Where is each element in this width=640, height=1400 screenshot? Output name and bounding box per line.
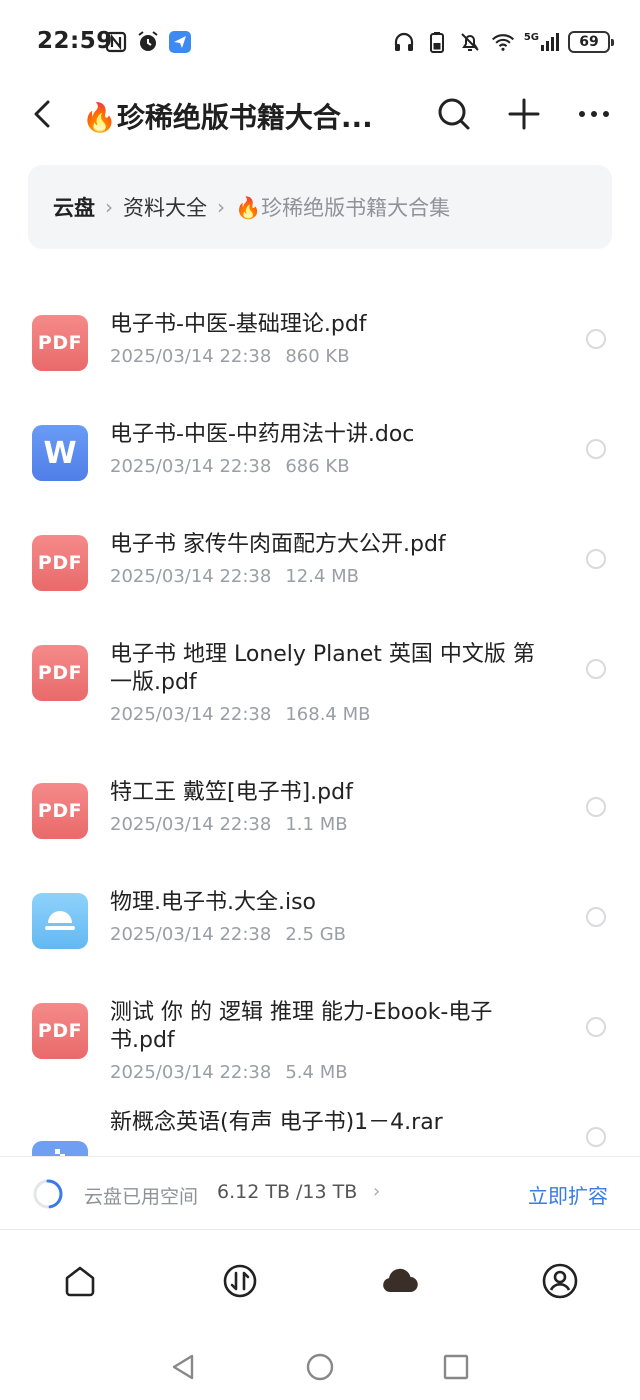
status-left-icons xyxy=(104,30,192,54)
select-radio[interactable] xyxy=(586,659,606,679)
list-item[interactable]: PDF 电子书 地理 Lonely Planet 英国 中文版 第一版.pdf … xyxy=(0,600,640,738)
file-name: 物理.电子书.大全.iso xyxy=(110,890,317,915)
alarm-icon xyxy=(138,31,158,51)
status-time: 22:59 xyxy=(37,28,113,54)
status-bar: 22:59 5G 69 xyxy=(0,0,640,86)
file-date: 2025/03/14 22:38 xyxy=(110,456,272,477)
file-meta: 2025/03/14 22:38 686 KB xyxy=(110,456,350,477)
search-icon[interactable] xyxy=(432,92,476,136)
breadcrumb: 云盘 › 资料大全 › 🔥珍稀绝版书籍大合集 xyxy=(28,165,612,249)
file-size: 860 KB xyxy=(285,346,350,367)
file-name: 电子书-中医-基础理论.pdf xyxy=(110,312,367,337)
file-date: 2025/03/14 22:38 xyxy=(110,924,272,945)
pdf-icon: PDF xyxy=(32,783,88,839)
file-size: 2.5 GB xyxy=(285,924,346,945)
file-name: 测试 你 的 逻辑 推理 能力-Ebook-电子书.pdf xyxy=(110,1000,493,1053)
storage-label: 云盘已用空间 xyxy=(84,1186,199,1208)
storage-bar: 云盘已用空间 6.12 TB /13 TB › 立即扩容 xyxy=(0,1156,640,1230)
profile-icon[interactable] xyxy=(540,1261,580,1301)
breadcrumb-middle[interactable]: 资料大全 xyxy=(123,192,207,222)
back-triangle-icon[interactable] xyxy=(168,1352,198,1382)
transfer-icon[interactable] xyxy=(220,1261,260,1301)
cloud-icon[interactable] xyxy=(380,1261,420,1301)
file-meta: 2025/03/14 22:38 12.4 MB xyxy=(110,566,359,587)
archive-zipper-glyph xyxy=(55,1149,65,1156)
pdf-icon: PDF xyxy=(32,535,88,591)
signal-5g-icon: 5G xyxy=(524,33,559,51)
wifi-icon xyxy=(491,34,514,51)
status-right-icons: 5G 69 xyxy=(392,30,614,54)
file-name: 电子书-中医-中药用法十讲.doc xyxy=(110,422,415,447)
disc-image-glyph xyxy=(45,911,75,930)
file-name: 新概念英语(有声 电子书)1－4.rar xyxy=(110,1110,443,1135)
list-item[interactable]: PDF 电子书 家传牛肉面配方大公开.pdf 2025/03/14 22:38 1… xyxy=(0,490,640,600)
file-date: 2025/03/14 22:38 xyxy=(110,566,272,587)
file-size: 5.4 MB xyxy=(285,1062,348,1083)
file-name: 电子书 地理 Lonely Planet 英国 中文版 第一版.pdf xyxy=(110,642,535,695)
file-list: PDF 电子书-中医-基础理论.pdf 2025/03/14 22:38 860 … xyxy=(0,270,640,1156)
disc-image-icon xyxy=(32,893,88,949)
file-meta: 2025/03/14 22:38 860 KB xyxy=(110,346,350,367)
app-header: 🔥珍稀绝版书籍大合... xyxy=(0,86,640,146)
recent-square-icon[interactable] xyxy=(441,1352,471,1382)
list-item[interactable]: PDF 测试 你 的 逻辑 推理 能力-Ebook-电子书.pdf 2025/0… xyxy=(0,958,640,1096)
app-notification-icon xyxy=(169,31,191,53)
select-radio[interactable] xyxy=(586,797,606,817)
select-radio[interactable] xyxy=(586,439,606,459)
nfc-icon xyxy=(105,31,127,53)
file-date: 2025/03/14 22:38 xyxy=(110,704,272,725)
file-name: 特工王 戴笠[电子书].pdf xyxy=(110,780,353,805)
file-meta: 2025/03/14 22:38 1.1 MB xyxy=(110,814,348,835)
battery-saver-icon xyxy=(429,32,444,53)
list-item[interactable]: 物理.电子书.大全.iso 2025/03/14 22:38 2.5 GB xyxy=(0,848,640,958)
file-meta: 2025/03/14 22:38 5.4 MB xyxy=(110,1062,348,1083)
file-date: 2025/03/14 22:38 xyxy=(110,346,272,367)
chevron-left-icon[interactable] xyxy=(24,94,64,134)
file-meta: 2025/03/14 22:38 2.5 GB xyxy=(110,924,346,945)
file-date: 2025/03/14 22:38 xyxy=(110,814,272,835)
select-radio[interactable] xyxy=(586,907,606,927)
page-title: 🔥珍稀绝版书籍大合... xyxy=(82,101,373,134)
chevron-right-icon: › xyxy=(217,195,225,219)
list-item[interactable]: PDF 特工王 戴笠[电子书].pdf 2025/03/14 22:38 1.1 … xyxy=(0,738,640,848)
chevron-right-icon[interactable]: › xyxy=(373,1181,380,1202)
mute-icon xyxy=(461,33,479,51)
list-item[interactable]: 新概念英语(有声 电子书)1－4.rar xyxy=(0,1096,640,1156)
storage-usage-ring xyxy=(33,1179,63,1209)
select-radio[interactable] xyxy=(586,1127,606,1147)
breadcrumb-current: 🔥珍稀绝版书籍大合集 xyxy=(235,196,451,220)
plus-icon[interactable] xyxy=(502,92,546,136)
headphones-icon xyxy=(394,32,413,51)
system-nav-bar xyxy=(0,1332,640,1400)
list-item[interactable]: W 电子书-中医-中药用法十讲.doc 2025/03/14 22:38 686 … xyxy=(0,380,640,490)
bottom-nav xyxy=(0,1231,640,1331)
file-size: 168.4 MB xyxy=(285,704,371,725)
more-icon[interactable] xyxy=(572,92,616,136)
file-name: 电子书 家传牛肉面配方大公开.pdf xyxy=(110,532,446,557)
chevron-right-icon: › xyxy=(105,195,113,219)
file-size: 1.1 MB xyxy=(285,814,348,835)
pdf-icon: PDF xyxy=(32,1003,88,1059)
word-doc-icon: W xyxy=(32,425,88,481)
archive-icon xyxy=(32,1141,88,1156)
file-meta: 2025/03/14 22:38 168.4 MB xyxy=(110,704,370,725)
file-size: 686 KB xyxy=(285,456,350,477)
file-size: 12.4 MB xyxy=(285,566,360,587)
home-icon[interactable] xyxy=(60,1261,100,1301)
pdf-icon: PDF xyxy=(32,315,88,371)
file-date: 2025/03/14 22:38 xyxy=(110,1062,272,1083)
select-radio[interactable] xyxy=(586,1017,606,1037)
storage-value: 6.12 TB /13 TB xyxy=(217,1181,358,1203)
list-item[interactable]: PDF 电子书-中医-基础理论.pdf 2025/03/14 22:38 860 … xyxy=(0,270,640,380)
home-circle-icon[interactable] xyxy=(305,1352,335,1382)
select-radio[interactable] xyxy=(586,329,606,349)
pdf-icon: PDF xyxy=(32,645,88,701)
expand-storage-button[interactable]: 立即扩容 xyxy=(528,1180,608,1209)
battery-indicator: 69 xyxy=(568,31,614,53)
breadcrumb-root[interactable]: 云盘 xyxy=(53,192,95,222)
select-radio[interactable] xyxy=(586,549,606,569)
